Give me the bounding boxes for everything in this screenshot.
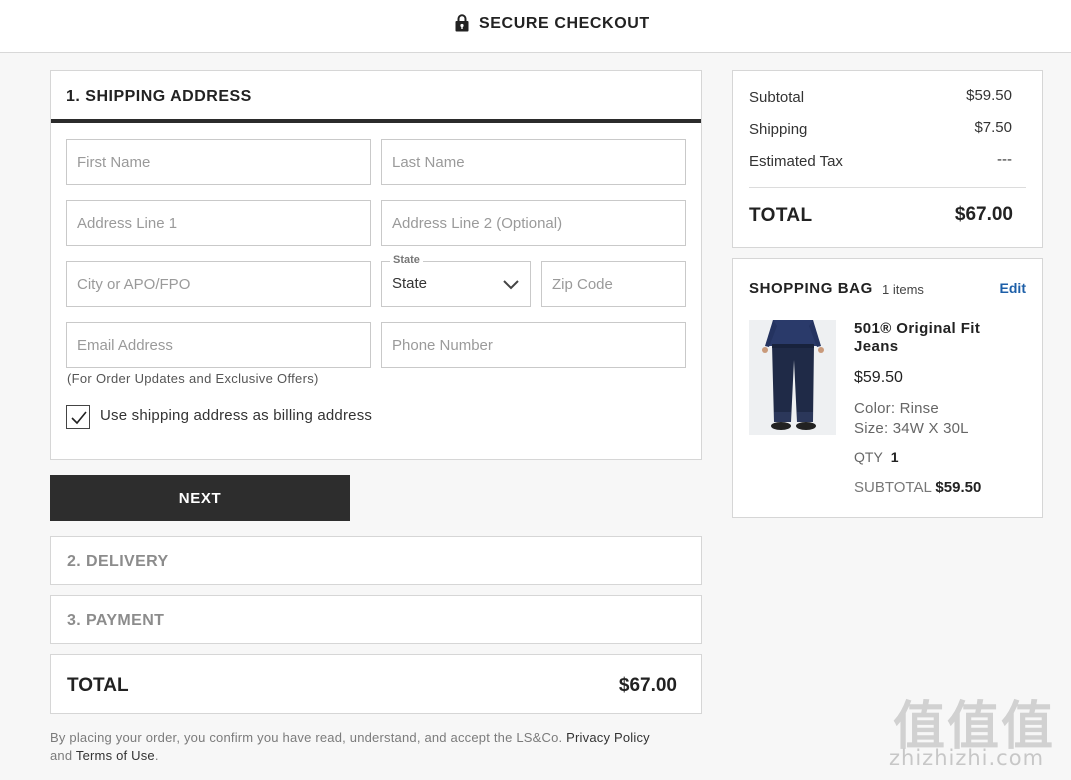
product-subtotal-label: SUBTOTAL xyxy=(854,479,932,496)
first-name-input[interactable] xyxy=(67,140,370,184)
bag-item-count: 1 items xyxy=(882,282,924,297)
shipping-value: $7.50 xyxy=(974,119,1012,136)
city-input[interactable] xyxy=(67,262,370,306)
site-watermark: 值值值 zhizhizhi.com xyxy=(889,684,1071,780)
delivery-step-label: 2. DELIVERY xyxy=(67,553,169,570)
product-image[interactable] xyxy=(749,320,836,435)
tax-label: Estimated Tax xyxy=(749,153,843,170)
order-total-bar: TOTAL $67.00 xyxy=(50,654,702,714)
legal-text: By placing your order, you confirm you h… xyxy=(50,730,563,745)
payment-step[interactable]: 3. PAYMENT xyxy=(50,595,702,644)
tax-row: Estimated Tax --- xyxy=(749,151,1012,170)
address-line-1-input[interactable] xyxy=(67,201,370,245)
product-subtotal: SUBTOTAL $59.50 xyxy=(854,479,981,496)
legal-period: . xyxy=(154,748,159,763)
order-summary: Subtotal $59.50 Shipping $7.50 Estimated… xyxy=(732,70,1043,248)
zip-code-field[interactable] xyxy=(541,261,686,307)
shipping-section-header: 1. SHIPPING ADDRESS xyxy=(51,71,701,123)
product-price: $59.50 xyxy=(854,369,903,386)
legal-notice: By placing your order, you confirm you h… xyxy=(50,729,710,765)
address-line-2-field[interactable] xyxy=(381,200,686,246)
summary-total-value: $67.00 xyxy=(954,204,1013,225)
privacy-policy-link[interactable]: Privacy Policy xyxy=(566,730,650,745)
last-name-input[interactable] xyxy=(382,140,685,184)
product-name[interactable]: 501® Original Fit Jeans xyxy=(854,320,1024,356)
phone-input[interactable] xyxy=(382,323,685,367)
billing-address-checkbox[interactable] xyxy=(66,405,90,429)
last-name-field[interactable] xyxy=(381,139,686,185)
billing-address-checkbox-label[interactable]: Use shipping address as billing address xyxy=(100,407,372,424)
tax-value: --- xyxy=(997,151,1012,168)
qty-label: QTY xyxy=(854,449,883,465)
shopping-bag: SHOPPING BAG 1 items Edit 501® Original … xyxy=(732,258,1043,518)
subtotal-value: $59.50 xyxy=(966,87,1012,104)
first-name-field[interactable] xyxy=(66,139,371,185)
product-subtotal-value: $59.50 xyxy=(935,479,982,496)
checkmark-icon xyxy=(71,411,87,425)
product-qty: QTY 1 xyxy=(854,449,899,465)
address-line-1-field[interactable] xyxy=(66,200,371,246)
state-floating-label: State xyxy=(390,254,423,266)
total-label: TOTAL xyxy=(67,675,129,696)
subtotal-row: Subtotal $59.50 xyxy=(749,87,1012,106)
shipping-row: Shipping $7.50 xyxy=(749,119,1012,138)
next-button[interactable]: NEXT xyxy=(50,475,350,521)
shipping-label: Shipping xyxy=(749,121,808,138)
shipping-section-title: 1. SHIPPING ADDRESS xyxy=(66,88,252,105)
zip-code-input[interactable] xyxy=(542,262,685,306)
product-color: Color: Rinse xyxy=(854,400,939,417)
lock-icon xyxy=(455,14,469,32)
chevron-down-icon xyxy=(503,280,519,290)
watermark-site: zhizhizhi.com xyxy=(889,746,1045,770)
phone-field[interactable] xyxy=(381,322,686,368)
payment-step-label: 3. PAYMENT xyxy=(67,612,165,629)
edit-bag-link[interactable]: Edit xyxy=(1000,280,1026,296)
legal-and: and xyxy=(50,748,73,763)
state-select-value: State xyxy=(392,275,428,292)
shopping-bag-title: SHOPPING BAG xyxy=(749,280,873,297)
subtotal-label: Subtotal xyxy=(749,89,805,106)
email-hint: (For Order Updates and Exclusive Offers) xyxy=(67,371,319,386)
email-input[interactable] xyxy=(67,323,370,367)
state-select[interactable]: State State xyxy=(381,254,531,307)
product-size: Size: 34W X 30L xyxy=(854,420,969,437)
page-title: SECURE CHECKOUT xyxy=(479,15,650,32)
delivery-step[interactable]: 2. DELIVERY xyxy=(50,536,702,585)
email-field[interactable] xyxy=(66,322,371,368)
address-line-2-input[interactable] xyxy=(382,201,685,245)
qty-value: 1 xyxy=(890,449,899,465)
summary-total-label: TOTAL xyxy=(749,205,813,226)
header-bar: SECURE CHECKOUT xyxy=(0,0,1071,53)
terms-of-use-link[interactable]: Terms of Use xyxy=(76,748,155,763)
total-value: $67.00 xyxy=(618,675,677,696)
city-field[interactable] xyxy=(66,261,371,307)
summary-divider xyxy=(749,187,1026,188)
